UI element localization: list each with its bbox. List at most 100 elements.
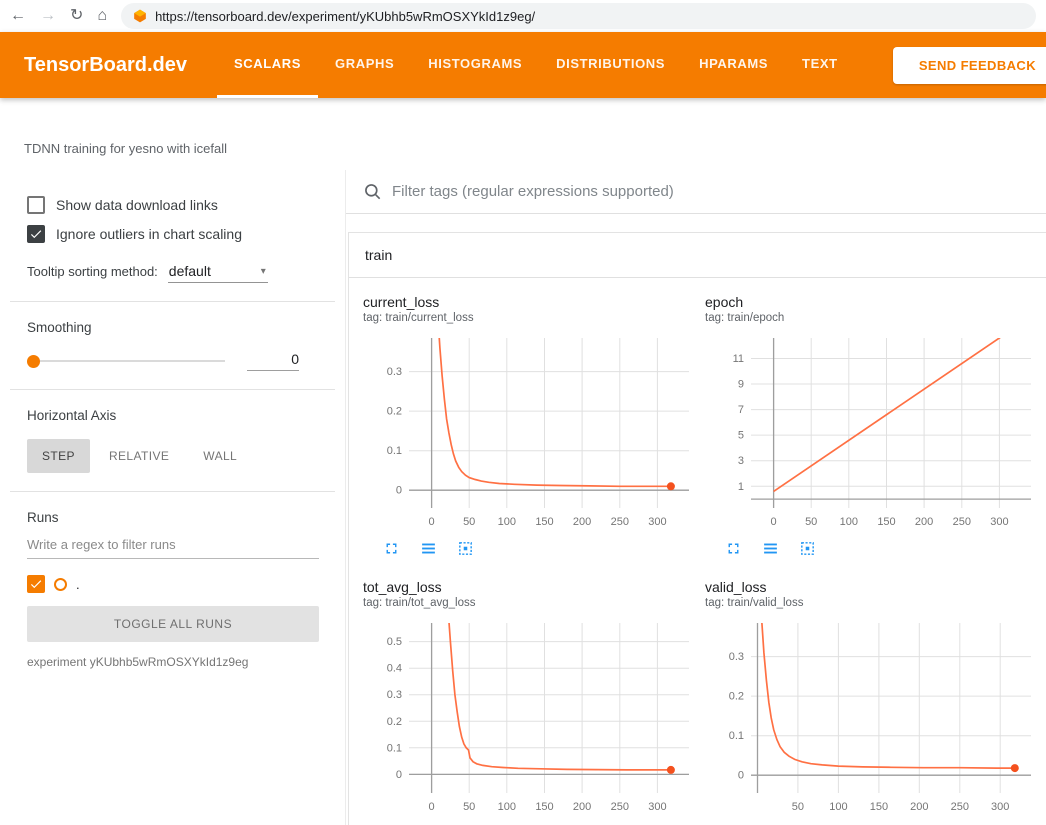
fit-domain-icon[interactable]: [457, 540, 474, 557]
chart-tot-avg-loss: tot_avg_loss tag: train/tot_avg_loss 050…: [363, 579, 695, 825]
svg-text:50: 50: [463, 801, 475, 813]
svg-text:300: 300: [648, 801, 666, 813]
svg-text:200: 200: [573, 516, 591, 528]
search-icon: [363, 182, 383, 202]
smoothing-label: Smoothing: [27, 320, 319, 335]
svg-text:200: 200: [573, 801, 591, 813]
runs-filter-input[interactable]: [27, 533, 319, 559]
settings-sidebar: Show data download links Ignore outliers…: [0, 170, 346, 825]
svg-text:0.3: 0.3: [387, 689, 402, 701]
send-feedback-button[interactable]: SEND FEEDBACK: [893, 47, 1046, 84]
smoothing-slider[interactable]: [27, 354, 225, 368]
tab-hparams[interactable]: HPARAMS: [682, 32, 785, 98]
ignore-outliers-checkbox[interactable]: [27, 225, 45, 243]
reload-icon[interactable]: ↻: [70, 8, 83, 24]
svg-text:0.1: 0.1: [387, 445, 402, 457]
svg-text:100: 100: [498, 516, 516, 528]
svg-text:0.4: 0.4: [387, 663, 402, 675]
cards-scroll-area[interactable]: train current_loss tag: train/current_lo…: [346, 214, 1046, 825]
svg-text:0.2: 0.2: [729, 691, 744, 703]
app-logo[interactable]: TensorBoard.dev: [24, 54, 187, 77]
axis-step-button[interactable]: STEP: [27, 439, 90, 473]
svg-text:200: 200: [910, 801, 928, 813]
svg-text:250: 250: [951, 801, 969, 813]
sidebar-divider: [10, 491, 335, 492]
svg-text:50: 50: [805, 516, 817, 528]
browser-toolbar: ← → ↻ ⌂ https://tensorboard.dev/experime…: [0, 0, 1046, 32]
tab-distributions[interactable]: DISTRIBUTIONS: [539, 32, 682, 98]
run-checkbox[interactable]: [27, 575, 45, 593]
svg-text:9: 9: [738, 379, 744, 391]
fullscreen-icon[interactable]: [725, 540, 742, 557]
svg-text:0.5: 0.5: [387, 636, 402, 648]
svg-text:100: 100: [829, 801, 847, 813]
site-favicon: [133, 9, 147, 23]
fit-domain-icon[interactable]: [799, 540, 816, 557]
chart-title: valid_loss: [705, 579, 1037, 595]
address-bar[interactable]: https://tensorboard.dev/experiment/yKUbh…: [121, 3, 1036, 29]
svg-text:200: 200: [915, 516, 933, 528]
main-area: train current_loss tag: train/current_lo…: [346, 170, 1046, 825]
axis-relative-button[interactable]: RELATIVE: [94, 439, 184, 473]
app-header: TensorBoard.dev SCALARS GRAPHS HISTOGRAM…: [0, 32, 1046, 98]
axis-wall-button[interactable]: WALL: [188, 439, 252, 473]
show-download-links-checkbox[interactable]: [27, 196, 45, 214]
svg-text:300: 300: [991, 801, 1009, 813]
train-card: train current_loss tag: train/current_lo…: [348, 232, 1046, 825]
line-chart[interactable]: 0501001502002503001357911: [705, 330, 1037, 536]
svg-text:0.3: 0.3: [729, 651, 744, 663]
svg-text:150: 150: [535, 516, 553, 528]
svg-text:250: 250: [611, 801, 629, 813]
svg-text:0: 0: [429, 516, 435, 528]
svg-text:5: 5: [738, 430, 744, 442]
tooltip-sorting-dropdown[interactable]: default ▾: [168, 263, 268, 283]
chart-toolbar: [383, 540, 695, 557]
svg-text:0: 0: [396, 485, 402, 497]
train-card-header[interactable]: train: [349, 233, 1046, 278]
nav-tabs: SCALARS GRAPHS HISTOGRAMS DISTRIBUTIONS …: [217, 32, 855, 98]
svg-text:250: 250: [953, 516, 971, 528]
tag-filter-bar: [346, 170, 1046, 214]
tab-text[interactable]: TEXT: [785, 32, 855, 98]
tab-graphs[interactable]: GRAPHS: [318, 32, 411, 98]
slider-thumb[interactable]: [27, 355, 40, 368]
svg-text:3: 3: [738, 455, 744, 467]
tag-filter-input[interactable]: [392, 183, 1029, 200]
line-chart[interactable]: 05010015020025030000.10.20.3: [363, 330, 695, 536]
experiment-description-strip: TDNN training for yesno with icefall: [0, 98, 1046, 170]
smoothing-row: 0: [27, 351, 319, 371]
chart-valid-loss: valid_loss tag: train/valid_loss 5010015…: [705, 579, 1037, 825]
chart-title: tot_avg_loss: [363, 579, 695, 595]
data-table-icon[interactable]: [762, 540, 779, 557]
tooltip-sorting-row: Tooltip sorting method: default ▾: [27, 263, 319, 283]
svg-text:0.1: 0.1: [387, 742, 402, 754]
chart-tag: tag: train/current_loss: [363, 312, 695, 324]
svg-text:0.2: 0.2: [387, 716, 402, 728]
fullscreen-icon[interactable]: [383, 540, 400, 557]
home-icon[interactable]: ⌂: [97, 8, 107, 24]
show-download-links-label: Show data download links: [56, 197, 218, 213]
run-color-swatch: [54, 578, 67, 591]
chart-toolbar: [725, 540, 1037, 557]
line-chart[interactable]: 05010015020025030000.10.20.30.40.5: [363, 615, 695, 821]
chart-title: epoch: [705, 294, 1037, 310]
toggle-all-runs-button[interactable]: TOGGLE ALL RUNS: [27, 606, 319, 642]
tab-histograms[interactable]: HISTOGRAMS: [411, 32, 539, 98]
svg-text:11: 11: [733, 353, 744, 365]
back-icon[interactable]: ←: [10, 8, 26, 24]
svg-text:150: 150: [870, 801, 888, 813]
svg-text:300: 300: [648, 516, 666, 528]
svg-text:150: 150: [535, 801, 553, 813]
experiment-id-label: experiment yKUbhb5wRmOSXYkId1z9eg: [27, 655, 319, 669]
smoothing-value[interactable]: 0: [247, 351, 299, 371]
tooltip-sorting-value: default: [169, 263, 211, 279]
svg-text:50: 50: [792, 801, 804, 813]
tab-scalars[interactable]: SCALARS: [217, 32, 318, 98]
svg-text:0.3: 0.3: [387, 366, 402, 378]
run-row: .: [27, 575, 319, 593]
forward-icon[interactable]: →: [40, 8, 56, 24]
line-chart[interactable]: 5010015020025030000.10.20.3: [705, 615, 1037, 821]
data-table-icon[interactable]: [420, 540, 437, 557]
sidebar-divider: [10, 389, 335, 390]
svg-text:50: 50: [463, 516, 475, 528]
